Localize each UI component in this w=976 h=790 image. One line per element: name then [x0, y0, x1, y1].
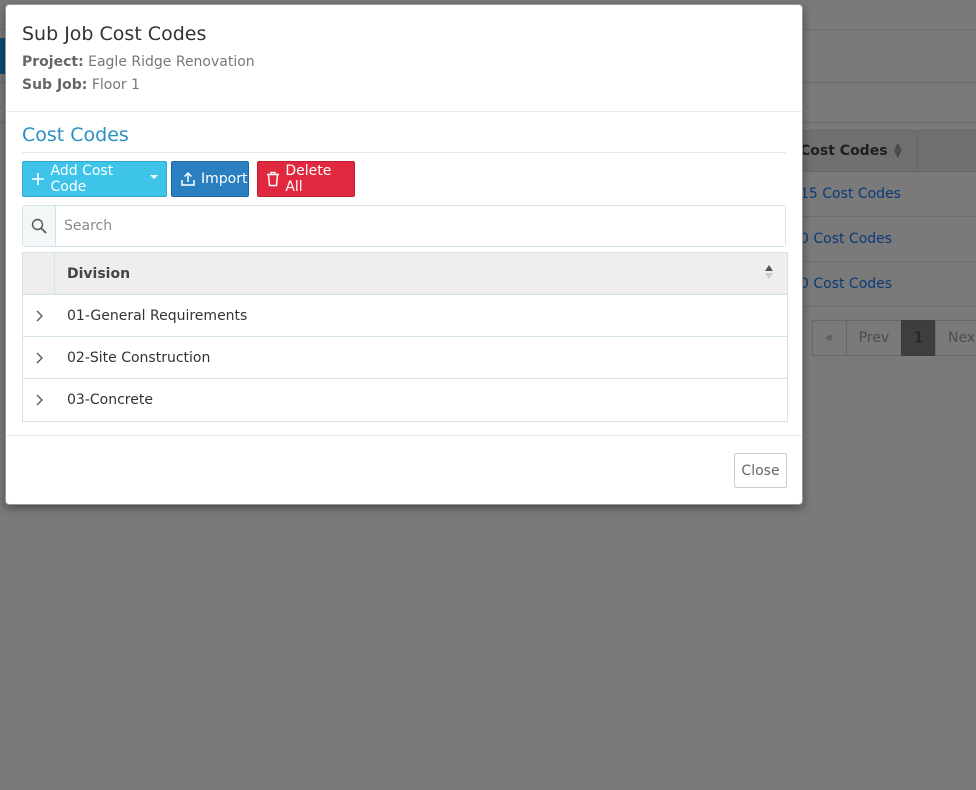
background-table-row: 0 Cost Codes [800, 262, 976, 307]
background-table-row: 0 Cost Codes [800, 217, 976, 262]
search-icon [23, 206, 56, 246]
background-cost-codes-table: Cost Codes ▲ ▼ 15 Cost Codes 0 Cost Codes… [800, 130, 976, 307]
add-cost-code-label: Add Cost Code [50, 163, 114, 195]
project-line: Project: Eagle Ridge Renovation [22, 51, 786, 74]
background-cost-codes-link[interactable]: 15 Cost Codes [800, 186, 901, 202]
import-label: Import [201, 171, 248, 187]
trash-icon [266, 171, 280, 187]
sort-icon [765, 265, 773, 279]
project-label: Project: [22, 54, 84, 70]
modal-title: Sub Job Cost Codes [22, 23, 207, 45]
modal-footer: Close [6, 435, 802, 504]
pager-first-button[interactable]: « [812, 320, 847, 356]
background-table-header: Cost Codes ▲ ▼ [800, 130, 976, 173]
pager-prev-button[interactable]: Prev [845, 320, 903, 356]
project-value: Eagle Ridge Renovation [88, 54, 255, 70]
subjob-value: Floor 1 [91, 77, 141, 93]
search-bar [22, 205, 786, 247]
table-row: 02-Site Construction [23, 337, 787, 379]
subjob-line: Sub Job: Floor 1 [22, 74, 786, 97]
division-name: 01-General Requirements [67, 307, 248, 324]
chevron-right-icon[interactable] [23, 394, 55, 406]
sort-icon: ▲ ▼ [894, 141, 902, 160]
cost-codes-toolbar: Add Cost Code Import Delete All [22, 161, 786, 197]
sub-job-cost-codes-modal: Sub Job Cost Codes Project: Eagle Ridge … [5, 4, 803, 505]
division-name: 02-Site Construction [67, 349, 211, 366]
background-pagination: « Prev 1 Next [812, 320, 976, 356]
table-row: 03-Concrete [23, 379, 787, 421]
import-button[interactable]: Import [171, 161, 249, 197]
division-header-label: Division [67, 265, 131, 282]
close-button[interactable]: Close [734, 453, 787, 488]
subjob-label: Sub Job: [22, 77, 88, 93]
background-cost-codes-link[interactable]: 0 Cost Codes [800, 276, 892, 292]
divisions-grid: Division 01-General Requirements 02-Site… [22, 252, 788, 422]
add-cost-code-button[interactable]: Add Cost Code [22, 161, 167, 197]
grid-header: Division [23, 253, 787, 295]
upload-icon [180, 171, 196, 187]
delete-all-button[interactable]: Delete All [257, 161, 355, 197]
chevron-right-icon[interactable] [23, 352, 55, 364]
pager-next-button[interactable]: Next [935, 320, 976, 356]
background-header-label: Cost Codes [800, 143, 888, 159]
division-name: 03-Concrete [67, 392, 153, 408]
pager-current-page[interactable]: 1 [901, 320, 937, 356]
background-table-row: 15 Cost Codes [800, 172, 976, 217]
plus-icon [31, 171, 46, 187]
modal-body: Cost Codes Add Cost Code Import Delete A… [6, 112, 802, 422]
caret-down-icon [150, 175, 158, 179]
background-cost-codes-link[interactable]: 0 Cost Codes [800, 231, 892, 247]
cost-codes-section-title: Cost Codes [22, 124, 786, 153]
table-row: 01-General Requirements [23, 295, 787, 337]
search-input[interactable] [56, 206, 785, 246]
delete-all-label: Delete All [285, 163, 332, 195]
modal-header: Sub Job Cost Codes Project: Eagle Ridge … [6, 5, 802, 112]
chevron-right-icon[interactable] [23, 310, 55, 322]
division-column-header[interactable]: Division [55, 253, 787, 294]
